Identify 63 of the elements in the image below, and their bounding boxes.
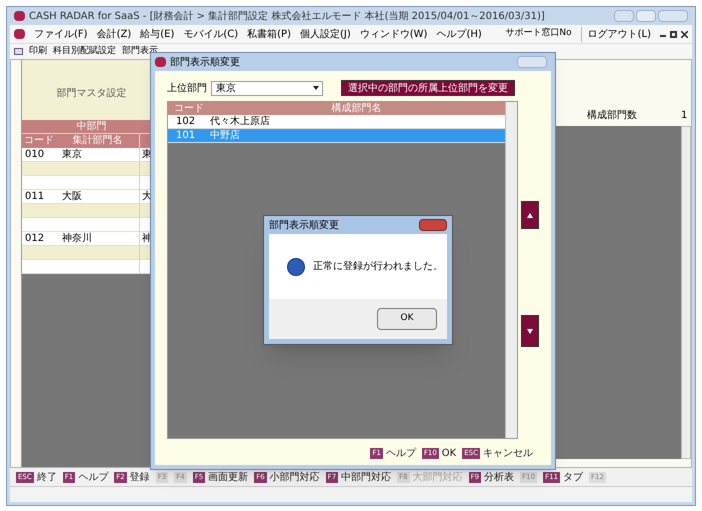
panel-title: 部門マスタ設定 [56, 86, 128, 101]
column-header: コード [173, 102, 205, 115]
menu-item[interactable]: 給与(E) [140, 26, 174, 42]
menu-item[interactable]: ファイル(F) [34, 26, 88, 42]
restore-icon[interactable] [670, 30, 677, 38]
function-key-label: 大部門対応 [412, 470, 463, 484]
message-text: 正常に登録が行われました。 [313, 260, 443, 274]
table-cell-text: 012 [24, 232, 46, 245]
function-key-label: 登録 [130, 470, 150, 484]
menu-item[interactable]: ヘルプ(H) [436, 26, 482, 42]
minimize-icon[interactable] [614, 10, 634, 22]
menu-item[interactable]: 個人設定(J) [300, 26, 351, 42]
logout-menu-item[interactable]: ログアウト(L) [580, 26, 651, 42]
toolbar-item[interactable]: 科目別配賦設定 [53, 44, 116, 58]
table-cell: 神奈川 [56, 232, 140, 245]
function-key-label: 画面更新 [208, 470, 248, 484]
move-down-button[interactable] [521, 315, 539, 347]
column-header: 構成部門数 [586, 108, 638, 122]
menu-item[interactable]: モバイル(C) [183, 26, 238, 42]
function-key-label: 分析表 [484, 470, 514, 484]
table-cell-text: 011 [24, 190, 46, 203]
up-triangle-icon [527, 212, 533, 218]
dialog-title: 部門表示順変更 [170, 56, 241, 70]
parent-department-dropdown[interactable]: 東京 [211, 80, 323, 96]
app-icon [14, 11, 25, 21]
column-header: 構成部門名 [330, 102, 382, 115]
scrollbar[interactable] [681, 126, 691, 459]
column-header: コード [23, 134, 55, 148]
minimize-icon[interactable] [660, 35, 666, 37]
window-title: CASH RADAR for SaaS - [財務会計 > 集計部門設定 株式会社エルモード 本社(当期 2015/04/01～2016/03/31)] [29, 10, 546, 24]
function-key-label: ヘルプ [386, 446, 416, 460]
printer-icon[interactable] [14, 48, 23, 55]
field-label: 上位部門 [167, 82, 207, 96]
close-icon[interactable] [681, 30, 688, 38]
app-icon [155, 57, 166, 67]
close-icon[interactable] [419, 219, 447, 231]
function-key-label: キャンセル [483, 446, 533, 460]
dropdown-arrow-icon [313, 86, 319, 90]
function-key-label: 小部門対応 [270, 470, 320, 484]
table-cell-text: 010 [24, 148, 46, 161]
app-icon [14, 29, 25, 39]
table-cell: 大阪 [56, 190, 140, 203]
maximize-icon[interactable] [636, 10, 656, 22]
menu-item[interactable]: ウィンドウ(W) [360, 26, 428, 42]
dialog-title: 部門表示順変更 [269, 218, 340, 232]
menu-item[interactable]: 会計(Z) [96, 26, 132, 42]
function-key-label: 終了 [36, 470, 57, 484]
function-key-label: タブ [563, 470, 583, 484]
function-key-label: OK [442, 446, 456, 460]
table-cell: 東京 [56, 148, 140, 161]
column-header: 1 [681, 108, 688, 122]
scrollbar[interactable] [505, 102, 517, 438]
change-parent-button[interactable]: 選択中の部門の所属上位部門を変更 [341, 80, 515, 96]
down-triangle-icon [527, 328, 533, 334]
function-key-label: ヘルプ [78, 470, 108, 484]
ok-button[interactable]: OK [377, 308, 437, 330]
info-icon [287, 258, 305, 276]
menu-item[interactable]: 私書箱(P) [247, 26, 291, 42]
list-row[interactable]: 102 代々木上原店 [168, 115, 505, 129]
toolbar-item[interactable]: 印刷 [29, 44, 47, 58]
support-link[interactable]: サポート窓口No [505, 27, 572, 41]
function-key-label: 中部門対応 [341, 470, 392, 484]
move-up-button[interactable] [521, 201, 539, 229]
